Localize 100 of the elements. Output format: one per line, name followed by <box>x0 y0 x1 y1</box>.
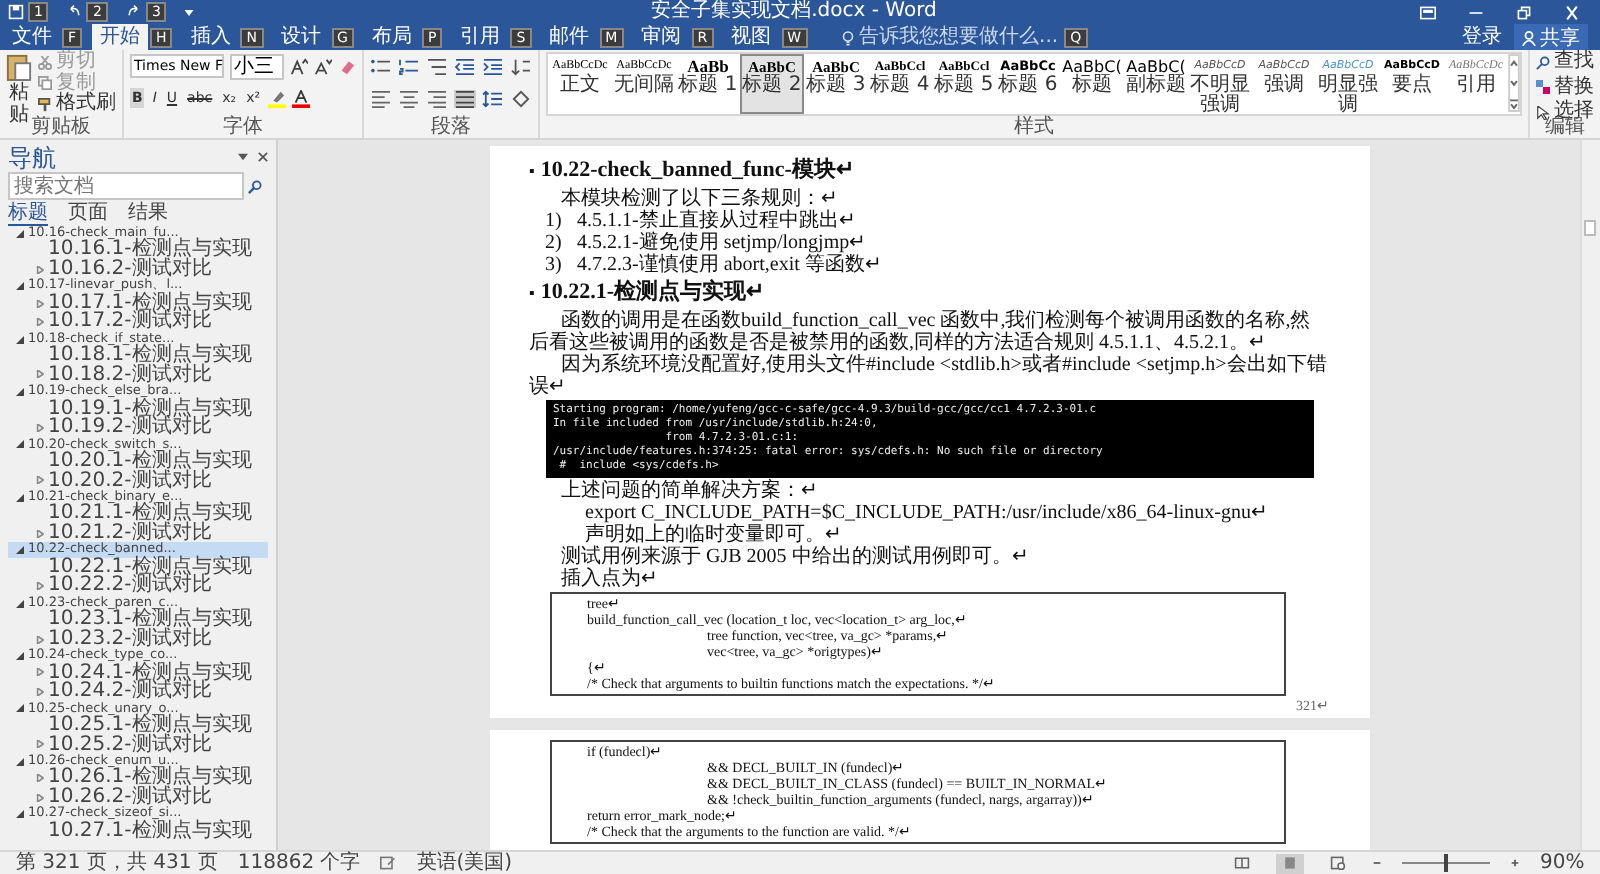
collapsed-arrow-icon[interactable] <box>36 774 44 783</box>
expanded-arrow-icon[interactable] <box>16 757 24 766</box>
ribbon-tab[interactable]: 邮件 <box>541 24 598 50</box>
nav-subheading-item[interactable]: 10.20.1-检测点与实现 <box>8 452 268 472</box>
nav-subheading-item[interactable]: 10.19.1-检测点与实现 <box>8 399 268 419</box>
ribbon-tab[interactable]: 视图 <box>723 24 780 50</box>
find-button[interactable]: 查找 <box>1536 52 1594 73</box>
nav-subheading-item[interactable]: 10.19.2-测试对比 <box>8 418 268 438</box>
restore-icon[interactable] <box>1516 5 1532 19</box>
expanded-arrow-icon[interactable] <box>16 229 24 238</box>
justify-icon[interactable] <box>454 89 476 107</box>
collapsed-arrow-icon[interactable] <box>36 370 44 379</box>
gallery-scrollbar-icon[interactable] <box>1508 54 1520 112</box>
nav-subheading-item[interactable]: 10.24.2-测试对比 <box>8 682 268 702</box>
nav-subheading-item[interactable]: 10.26.2-测试对比 <box>8 787 268 807</box>
collapsed-arrow-icon[interactable] <box>36 740 44 749</box>
redo-icon[interactable] <box>125 4 142 20</box>
multilevel-list-icon[interactable] <box>426 57 448 75</box>
expanded-arrow-icon[interactable] <box>16 810 24 819</box>
ribbon-tab[interactable]: 设计 <box>273 24 330 50</box>
undo-icon[interactable] <box>66 4 83 20</box>
nav-subheading-item[interactable]: 10.22.2-测试对比 <box>8 576 268 596</box>
ribbon-display-icon[interactable] <box>1420 5 1436 19</box>
ribbon-tab[interactable]: 审阅 <box>633 24 690 50</box>
view-button[interactable] <box>1276 853 1304 873</box>
nav-subheading-item[interactable]: 10.16.1-检测点与实现 <box>8 240 268 260</box>
line-spacing-icon[interactable] <box>482 89 504 107</box>
expanded-arrow-icon[interactable] <box>16 440 24 449</box>
ribbon-tab[interactable]: 开始 <box>92 24 149 50</box>
eraser-icon[interactable] <box>338 57 356 75</box>
expanded-arrow-icon[interactable] <box>16 282 24 291</box>
collapsed-arrow-icon[interactable] <box>36 793 44 802</box>
collapsed-arrow-icon[interactable] <box>36 582 44 591</box>
nav-subheading-item[interactable]: 10.18.2-测试对比 <box>8 365 268 385</box>
collapsed-arrow-icon[interactable] <box>36 318 44 327</box>
scrollbar[interactable] <box>1580 140 1600 850</box>
collapsed-arrow-icon[interactable] <box>36 529 44 538</box>
nav-subheading-item[interactable]: 10.18.1-检测点与实现 <box>8 346 268 366</box>
collapsed-arrow-icon[interactable] <box>36 476 44 485</box>
zoom-out-icon[interactable] <box>1372 858 1382 868</box>
tell-me-field[interactable]: 告诉我您想要做什么... <box>859 24 1059 50</box>
search-field[interactable]: 搜索文档 <box>8 172 244 200</box>
nav-subheading-item[interactable]: 10.26.1-检测点与实现 <box>8 768 268 788</box>
nav-subheading-item[interactable]: 10.21.2-测试对比 <box>8 523 268 543</box>
expanded-arrow-icon[interactable] <box>16 651 24 660</box>
font-size-field[interactable]: 小三 <box>230 53 284 79</box>
replace-button[interactable]: 替换 <box>1536 77 1594 98</box>
close-icon[interactable] <box>258 152 268 162</box>
paste-button[interactable]: 粘贴 <box>6 52 32 126</box>
expanded-arrow-icon[interactable] <box>16 387 24 396</box>
collapsed-arrow-icon[interactable] <box>36 635 44 643</box>
expanded-arrow-icon[interactable] <box>16 546 24 555</box>
nav-subheading-item[interactable]: 10.22.1-检测点与实现 <box>8 557 268 577</box>
numbering-icon[interactable] <box>398 57 420 75</box>
ribbon-tab[interactable]: 插入 <box>182 24 239 50</box>
collapsed-arrow-icon[interactable] <box>36 265 44 274</box>
zoom-level[interactable]: 90% <box>1540 852 1584 874</box>
language-indicator[interactable]: 英语(美国) <box>416 852 513 874</box>
save-icon[interactable] <box>8 4 24 20</box>
pane-tab[interactable]: 结果 <box>128 202 168 224</box>
sort-icon[interactable] <box>510 57 532 75</box>
nav-subheading-item[interactable]: 10.16.2-测试对比 <box>8 259 268 279</box>
style-item[interactable]: AaBbC( 标题 <box>1060 54 1124 114</box>
nav-subheading-item[interactable]: 10.20.2-测试对比 <box>8 471 268 491</box>
bullets-icon[interactable] <box>370 57 392 75</box>
highlighter-icon[interactable] <box>268 89 287 107</box>
decrease-indent-icon[interactable] <box>454 57 476 75</box>
nav-subheading-item[interactable]: 10.23.2-测试对比 <box>8 629 268 649</box>
collapsed-arrow-icon[interactable] <box>36 423 44 432</box>
align-left-icon[interactable] <box>370 89 392 107</box>
ribbon-tab[interactable]: 引用 <box>452 24 509 50</box>
format-painter-button[interactable]: 格式刷 <box>38 94 116 115</box>
align-center-icon[interactable] <box>398 89 420 107</box>
expanded-arrow-icon[interactable] <box>16 704 24 713</box>
ribbon-tab[interactable]: 文件 <box>4 24 60 50</box>
proofing-icon[interactable] <box>380 856 397 870</box>
zoom-in-icon[interactable] <box>1510 858 1520 868</box>
expanded-arrow-icon[interactable] <box>16 335 24 344</box>
style-item[interactable]: AaBb 标题 1 <box>676 54 740 114</box>
expanded-arrow-icon[interactable] <box>16 599 24 608</box>
style-item[interactable]: AaBbC( 副标题 <box>1124 54 1188 114</box>
pane-tab[interactable]: 标题 <box>8 201 48 225</box>
align-right-icon[interactable] <box>426 89 448 107</box>
grow-font-icon[interactable] <box>290 57 308 75</box>
collapsed-arrow-icon[interactable] <box>36 668 44 677</box>
nav-subheading-item[interactable]: 10.17.2-测试对比 <box>8 312 268 332</box>
nav-subheading-item[interactable]: 10.21.1-检测点与实现 <box>8 504 268 524</box>
pane-tab[interactable]: 页面 <box>68 202 108 224</box>
font-color-icon[interactable] <box>292 89 311 107</box>
shading-icon[interactable] <box>510 89 532 107</box>
expanded-arrow-icon[interactable] <box>16 493 24 502</box>
nav-subheading-item[interactable]: 10.27.1-检测点与实现 <box>8 821 268 841</box>
nav-subheading-item[interactable]: 10.25.1-检测点与实现 <box>8 716 268 736</box>
ribbon-tab[interactable]: 布局 <box>363 24 420 50</box>
nav-subheading-item[interactable]: 10.24.1-检测点与实现 <box>8 663 268 683</box>
nav-subheading-item[interactable]: 10.17.1-检测点与实现 <box>8 293 268 313</box>
share-button[interactable]: 共享 <box>1514 24 1588 50</box>
shrink-font-icon[interactable] <box>314 57 332 75</box>
dropdown-caret-icon[interactable] <box>238 152 248 162</box>
customize-caret-icon[interactable] <box>184 9 195 15</box>
